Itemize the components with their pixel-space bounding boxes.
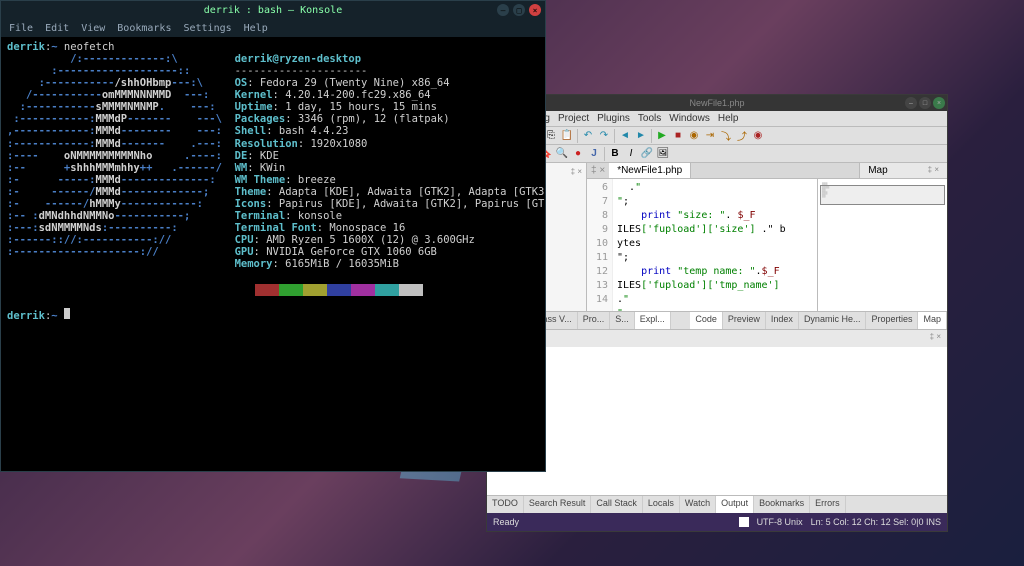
tab-index[interactable]: Index xyxy=(766,312,799,329)
status-encoding: UTF-8 Unix xyxy=(757,517,803,527)
konsole-menubar: File Edit View Bookmarks Settings Help xyxy=(1,19,545,37)
undo-icon[interactable]: ↶ xyxy=(581,129,595,143)
menu-view[interactable]: View xyxy=(81,23,105,34)
minimize-button[interactable]: – xyxy=(905,97,917,109)
status-position: Ln: 5 Col: 12 Ch: 12 Sel: 0|0 INS xyxy=(811,517,941,527)
paste-icon[interactable]: 📋 xyxy=(560,129,574,143)
ide-toolbar-2: ⇥ ⇤ // 🔖 🔍 ● J B I 🔗 🖼 xyxy=(487,145,947,163)
ide-menubar: View Debug Project Plugins Tools Windows… xyxy=(487,111,947,127)
redo-icon[interactable]: ↷ xyxy=(597,129,611,143)
separator xyxy=(604,147,605,161)
tab-project[interactable]: Pro... xyxy=(578,312,611,329)
konsole-title: derrik : bash — Konsole xyxy=(204,5,342,16)
tab-preview[interactable]: Preview xyxy=(723,312,766,329)
italic-icon[interactable]: I xyxy=(624,147,638,161)
menu-windows[interactable]: Windows xyxy=(669,113,710,124)
left-bottom-tabs: Struct... Class V... Pro... S... Expl...… xyxy=(487,311,947,329)
step-over-icon[interactable]: ⤵ xyxy=(719,129,733,143)
separator xyxy=(651,129,652,143)
menu-edit[interactable]: Edit xyxy=(45,23,69,34)
link-icon[interactable]: 🔗 xyxy=(640,147,654,161)
editor-area: 67891011121314 .""; print "size: ". $_F … xyxy=(587,179,947,311)
j-icon[interactable]: J xyxy=(587,147,601,161)
nav-back-icon[interactable]: ◄ xyxy=(618,129,632,143)
break-icon[interactable]: ◉ xyxy=(751,129,765,143)
tab-properties[interactable]: Properties xyxy=(866,312,918,329)
ide-toolbar: 💾 ⎘ ✂ ⎘ 📋 ↶ ↷ ◄ ► ▶ ■ ◉ ⇥ ⤵ ⤴ ◉ xyxy=(487,127,947,145)
terminal-output[interactable]: derrik:~ neofetch /:-------------:\ derr… xyxy=(1,37,545,326)
tab-bookmarks[interactable]: Bookmarks xyxy=(754,496,810,513)
tab-label: *NewFile1.php xyxy=(617,165,682,176)
step-icon[interactable]: ⇥ xyxy=(703,129,717,143)
menu-plugins[interactable]: Plugins xyxy=(597,113,630,124)
separator xyxy=(614,129,615,143)
konsole-titlebar[interactable]: derrik : bash — Konsole – □ × xyxy=(1,1,545,19)
tab-callstack[interactable]: Call Stack xyxy=(591,496,643,513)
output-panel[interactable] xyxy=(487,347,947,495)
tab-newfile[interactable]: *NewFile1.php xyxy=(609,163,691,178)
tab-errors[interactable]: Errors xyxy=(810,496,846,513)
bold-icon[interactable]: B xyxy=(608,147,622,161)
tab-output[interactable]: Output xyxy=(716,496,754,513)
minimize-button[interactable]: – xyxy=(497,4,509,16)
map-header: Map ‡ × xyxy=(859,163,947,178)
ide-titlebar[interactable]: NewFile1.php – □ × xyxy=(487,95,947,111)
run-icon[interactable]: ▶ xyxy=(655,129,669,143)
tab-watch[interactable]: Watch xyxy=(680,496,716,513)
map-close-icon[interactable]: ‡ × xyxy=(928,165,939,176)
menu-project[interactable]: Project xyxy=(558,113,589,124)
ide-window: NewFile1.php – □ × View Debug Project Pl… xyxy=(486,94,948,532)
step-out-icon[interactable]: ⤴ xyxy=(735,129,749,143)
close-button[interactable]: × xyxy=(933,97,945,109)
menu-help[interactable]: Help xyxy=(718,113,739,124)
tab-map[interactable]: Map xyxy=(918,312,947,329)
code-editor[interactable]: 67891011121314 .""; print "size: ". $_F … xyxy=(587,179,817,311)
status-checkbox[interactable] xyxy=(739,517,749,527)
maximize-button[interactable]: □ xyxy=(919,97,931,109)
debug-icon[interactable]: ◉ xyxy=(687,129,701,143)
tab-search[interactable]: Search Result xyxy=(524,496,592,513)
map-label: Map xyxy=(868,165,887,176)
stop-icon[interactable]: ■ xyxy=(671,129,685,143)
ide-center: ‡ × *NewFile1.php Map ‡ × 67891011121314… xyxy=(587,163,947,311)
tab-s[interactable]: S... xyxy=(610,312,635,329)
record-icon[interactable]: ● xyxy=(571,147,585,161)
menu-bookmarks[interactable]: Bookmarks xyxy=(117,23,171,34)
separator xyxy=(577,129,578,143)
maximize-button[interactable]: □ xyxy=(513,4,525,16)
ide-title: NewFile1.php xyxy=(689,98,744,108)
output-header: Output ‡ × xyxy=(487,329,947,347)
tab-explorer[interactable]: Expl... xyxy=(635,312,671,329)
menu-file[interactable]: File xyxy=(9,23,33,34)
minimap-viewport[interactable] xyxy=(820,185,945,205)
close-button[interactable]: × xyxy=(529,4,541,16)
bottom-panel-tabs: TODO Search Result Call Stack Locals Wat… xyxy=(487,495,947,513)
konsole-window: derrik : bash — Konsole – □ × File Edit … xyxy=(0,0,546,472)
image-icon[interactable]: 🖼 xyxy=(656,147,670,161)
statusbar: Ready UTF-8 Unix Ln: 5 Col: 12 Ch: 12 Se… xyxy=(487,513,947,531)
tab-dynamic[interactable]: Dynamic He... xyxy=(799,312,867,329)
menu-tools[interactable]: Tools xyxy=(638,113,661,124)
menu-settings[interactable]: Settings xyxy=(183,23,231,34)
output-close-icon[interactable]: ‡ × xyxy=(930,332,941,345)
find-icon[interactable]: 🔍 xyxy=(555,147,569,161)
minimap[interactable]: ▓▓▓▓▓▓▓▓▓▓▓▓▓▓ xyxy=(817,179,947,311)
status-ready: Ready xyxy=(493,517,519,527)
line-numbers: 67891011121314 xyxy=(587,179,613,311)
editor-tabs: ‡ × *NewFile1.php Map ‡ × xyxy=(587,163,947,179)
tab-locals[interactable]: Locals xyxy=(643,496,680,513)
tab-close-icon[interactable]: ‡ × xyxy=(587,163,609,178)
tab-code[interactable]: Code xyxy=(690,312,723,329)
ide-main: ‡ × Servers ‡ × *NewFile1.php Map ‡ × 67… xyxy=(487,163,947,311)
menu-help[interactable]: Help xyxy=(244,23,268,34)
copy-icon[interactable]: ⎘ xyxy=(544,129,558,143)
code-content[interactable]: .""; print "size: ". $_F ILES['fupload']… xyxy=(613,179,817,311)
tab-todo[interactable]: TODO xyxy=(487,496,524,513)
nav-fwd-icon[interactable]: ► xyxy=(634,129,648,143)
